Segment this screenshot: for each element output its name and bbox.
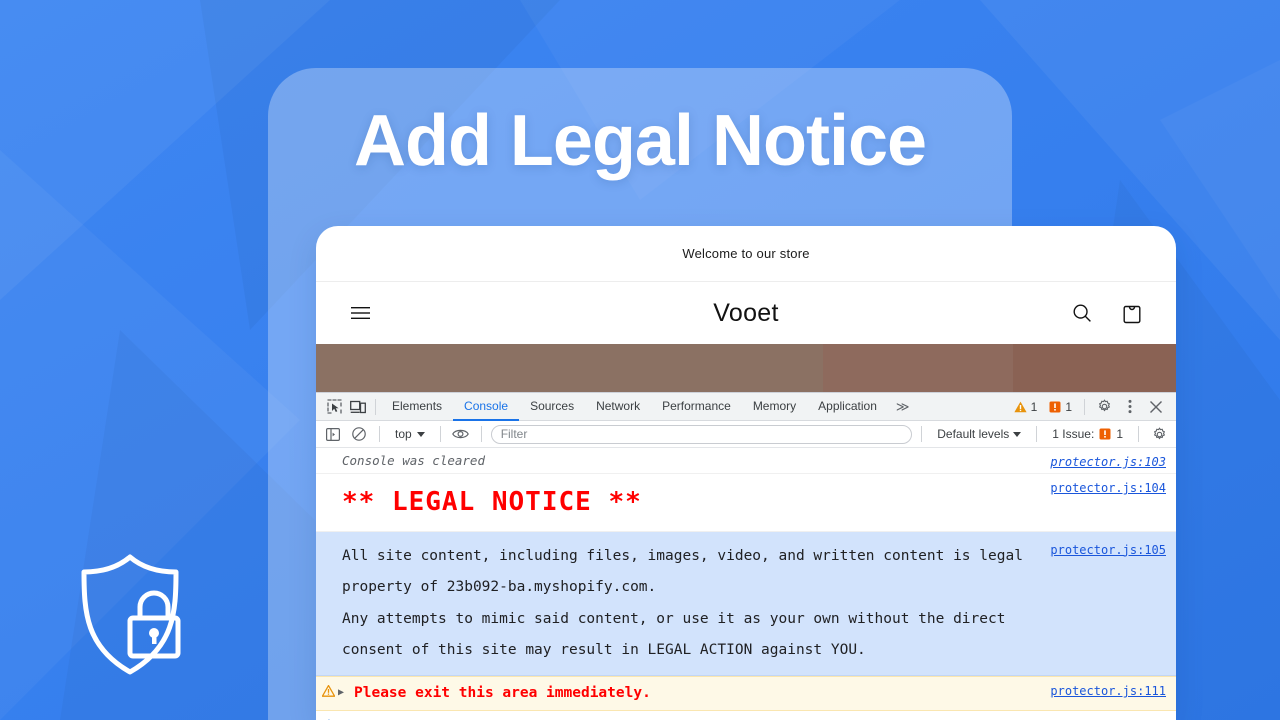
log-levels-select[interactable]: Default levels [931, 427, 1027, 441]
tab-console[interactable]: Console [453, 393, 519, 421]
console-row-legal-notice: ** LEGAL NOTICE ** protector.js:104 [316, 474, 1176, 532]
toolbar-divider [375, 398, 376, 415]
inspect-element-icon[interactable] [322, 396, 346, 418]
warning-count-badge[interactable]: 1 [1009, 400, 1043, 414]
hamburger-menu-icon[interactable] [346, 299, 374, 327]
store-hero-banner [316, 344, 1176, 392]
issue-square-icon [1049, 401, 1061, 412]
console-message-list: Console was cleared protector.js:103 ** … [316, 448, 1176, 720]
execution-context-select[interactable]: top [389, 427, 431, 441]
issues-indicator[interactable]: 1 Issue: 1 [1046, 427, 1129, 441]
legal-body-line-2: property of 23b092-ba.myshopify.com. [342, 579, 657, 596]
source-link[interactable]: protector.js:111 [1050, 682, 1166, 701]
warning-text: Please exit this area immediately. [354, 685, 651, 702]
hero-block-2 [823, 344, 1013, 392]
filterbar-divider-5 [1036, 426, 1038, 442]
hero-block-1 [316, 344, 824, 392]
issues-count: 1 [1116, 427, 1123, 441]
console-row-cleared: Console was cleared protector.js:103 [316, 448, 1176, 475]
filterbar-divider-4 [921, 426, 923, 442]
tab-elements[interactable]: Elements [381, 393, 453, 421]
source-link[interactable]: protector.js:104 [1050, 479, 1166, 498]
warning-count: 1 [1030, 399, 1038, 414]
execution-context-value: top [395, 427, 412, 441]
page-title: Add Legal Notice [353, 101, 927, 181]
more-tabs-icon[interactable]: ≫ [888, 399, 918, 415]
devtools-tabbar: Elements Console Sources Network Perform… [316, 393, 1176, 421]
prompt-arrow-icon: › [326, 715, 334, 720]
warning-triangle-icon [1014, 401, 1027, 412]
source-link[interactable]: protector.js:105 [1050, 537, 1166, 563]
legal-notice-heading: ** LEGAL NOTICE ** [342, 487, 642, 518]
filterbar-divider-6 [1138, 426, 1139, 442]
shopping-bag-icon[interactable] [1118, 299, 1146, 327]
console-row-legal-body: All site content, including files, image… [316, 531, 1176, 677]
console-prompt[interactable]: › [316, 711, 1176, 720]
console-cleared-text: Console was cleared [342, 453, 485, 468]
legal-body-line-1: All site content, including files, image… [342, 547, 1023, 564]
gear-icon[interactable] [1092, 396, 1116, 418]
store-brand-name: Vooet [713, 298, 779, 327]
console-row-warning: ▶ Please exit this area immediately. pro… [316, 676, 1176, 711]
devtools-panel: Elements Console Sources Network Perform… [316, 392, 1176, 720]
console-filter-bar: top Default levels 1 Issue: [316, 421, 1176, 448]
error-count-badge[interactable]: 1 [1044, 400, 1077, 414]
store-header: Vooet [316, 282, 1176, 344]
tab-performance[interactable]: Performance [651, 393, 742, 421]
tab-application[interactable]: Application [807, 393, 888, 421]
search-icon[interactable] [1068, 299, 1096, 327]
chevron-down-icon [416, 431, 425, 437]
live-expression-eye-icon[interactable] [450, 424, 472, 444]
legal-body-line-4: consent of this site may result in LEGAL… [342, 642, 866, 659]
toolbar-divider-2 [1084, 398, 1085, 415]
source-link[interactable]: protector.js:103 [1050, 453, 1166, 472]
issue-square-icon [1099, 428, 1111, 440]
device-toolbar-icon[interactable] [346, 396, 370, 418]
gear-icon[interactable] [1148, 424, 1170, 444]
hero-block-3 [1012, 344, 1176, 392]
store-announcement-bar: Welcome to our store [316, 226, 1176, 282]
filterbar-divider-3 [480, 426, 482, 442]
tab-memory[interactable]: Memory [742, 393, 807, 421]
browser-window: Welcome to our store Vooet Elements Cons… [316, 226, 1176, 720]
expand-arrow-icon[interactable]: ▶ [338, 685, 344, 701]
issues-label: 1 Issue: [1052, 427, 1095, 441]
tab-network[interactable]: Network [585, 393, 651, 421]
tab-sources[interactable]: Sources [519, 393, 585, 421]
more-vertical-icon[interactable] [1118, 396, 1142, 418]
clear-console-icon[interactable] [348, 424, 370, 444]
log-levels-value: Default levels [937, 427, 1010, 441]
console-sidebar-icon[interactable] [322, 424, 344, 444]
warning-triangle-icon [321, 684, 336, 704]
filterbar-divider [379, 426, 380, 442]
filterbar-divider-2 [439, 426, 441, 442]
filter-input[interactable] [490, 424, 913, 444]
close-icon[interactable] [1144, 396, 1168, 418]
shield-lock-icon [76, 552, 184, 677]
chevron-down-icon [1013, 431, 1022, 437]
legal-body-line-3: Any attempts to mimic said content, or u… [342, 610, 1006, 627]
error-count: 1 [1065, 399, 1072, 414]
